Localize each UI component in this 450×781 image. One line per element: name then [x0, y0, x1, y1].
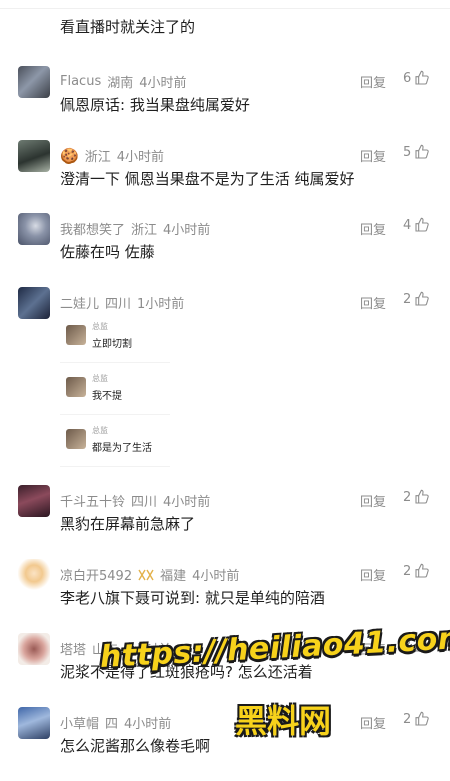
thumbs-up-icon	[415, 711, 430, 726]
like-count: 2	[403, 291, 412, 307]
chat-avatar	[66, 325, 86, 345]
user-avatar[interactable]	[18, 287, 50, 319]
username[interactable]: Flacus	[60, 74, 101, 89]
like-button[interactable]: 2	[403, 711, 430, 727]
timestamp: 4小时前	[163, 495, 211, 510]
like-count: 4	[403, 217, 412, 233]
comment-meta: 🍪 浙江 4小时前	[60, 146, 164, 166]
region: 浙江	[131, 223, 158, 238]
like-count: 5	[403, 144, 412, 160]
comment-meta: 凉白开5492 福建 4小时前	[60, 565, 239, 584]
thumbs-up-icon	[415, 144, 430, 159]
user-avatar[interactable]	[18, 707, 50, 739]
thumbs-up-icon	[415, 217, 430, 232]
timestamp: 4小时前	[116, 150, 164, 165]
like-button[interactable]: 2	[403, 489, 430, 505]
user-avatar[interactable]	[18, 140, 50, 172]
username[interactable]: 千斗五十铃	[60, 491, 125, 510]
reply-button[interactable]: 回复	[360, 72, 386, 91]
user-avatar[interactable]	[18, 485, 50, 517]
chat-card: 总监 立即切割	[60, 315, 170, 363]
like-button[interactable]: 6	[403, 70, 430, 86]
comment-text: 佩恩原话: 我当果盘纯属爱好	[60, 96, 250, 114]
region: 山东	[92, 643, 119, 658]
chat-sender: 总监	[92, 374, 108, 383]
comment-text: 佐藤在吗 佐藤	[60, 243, 155, 261]
chat-sender: 总监	[92, 322, 108, 331]
ribbon-icon	[138, 569, 154, 580]
comment-meta: 二娃儿 四川 1小时前	[60, 293, 184, 312]
username[interactable]: 小草帽	[60, 713, 99, 732]
cookie-icon[interactable]: 🍪	[60, 147, 79, 165]
thumbs-up-icon	[415, 489, 430, 504]
chat-message: 我不提	[92, 391, 122, 402]
region: 四	[105, 717, 119, 732]
thumbs-up-icon	[415, 291, 430, 306]
thumbs-up-icon	[415, 637, 430, 652]
reply-button[interactable]: 回复	[360, 565, 386, 584]
timestamp: 1小时前	[137, 297, 185, 312]
comment-meta: 我都想笑了 浙江 4小时前	[60, 219, 210, 238]
comment-text: 怎么泥酱那么像卷毛啊	[60, 737, 211, 755]
timestamp: 4小时前	[163, 223, 211, 238]
region: 四川	[131, 495, 158, 510]
comment-meta: 小草帽 四 4小时前	[60, 713, 171, 732]
chat-card: 总监 都是为了生活	[60, 419, 170, 467]
timestamp: 4小时前	[192, 569, 240, 584]
timestamp: 4小时前	[124, 717, 172, 732]
reply-button[interactable]: 回复	[360, 713, 386, 732]
username[interactable]: 二娃儿	[60, 293, 99, 312]
timestamp: 4小时前	[139, 76, 187, 91]
region: 湖南	[107, 76, 134, 91]
region: 四川	[105, 297, 132, 312]
watermark-name: 黑料网	[235, 702, 332, 740]
comment-meta: 塔塔 山东 4小时前	[60, 639, 171, 658]
user-avatar[interactable]	[18, 213, 50, 245]
chat-card: 总监 我不提	[60, 367, 170, 415]
comment-text: 黑豹在屏幕前急麻了	[60, 515, 196, 533]
user-avatar[interactable]	[18, 559, 50, 591]
chat-message: 立即切割	[92, 339, 132, 350]
username[interactable]: 塔塔	[60, 639, 86, 658]
comment-meta: 千斗五十铃 四川 4小时前	[60, 491, 210, 510]
like-count: 2	[403, 711, 412, 727]
reply-button[interactable]: 回复	[360, 491, 386, 510]
chat-message: 都是为了生活	[92, 443, 152, 454]
comment-image[interactable]: 总监 立即切割 总监 我不提 总监 都是为了生活	[60, 315, 170, 471]
reply-button[interactable]: 回复	[360, 639, 386, 658]
user-avatar[interactable]	[18, 66, 50, 98]
user-avatar[interactable]	[18, 633, 50, 665]
comment-text: 澄清一下 佩恩当果盘不是为了生活 纯属爱好	[60, 170, 355, 188]
like-button[interactable]: 2	[403, 291, 430, 307]
username[interactable]: 凉白开5492	[60, 565, 132, 584]
comment-meta: Flacus 湖南 4小时前	[60, 72, 187, 91]
thumbs-up-icon	[415, 70, 430, 85]
region: 福建	[160, 569, 187, 584]
chat-avatar	[66, 429, 86, 449]
like-count: 6	[403, 70, 412, 86]
comment-text: 李老八旗下聂可说到: 就只是单纯的陪酒	[60, 589, 325, 607]
like-button[interactable]: 4	[403, 217, 430, 233]
like-count: 2	[403, 637, 412, 653]
chat-avatar	[66, 377, 86, 397]
comment-text: 泥浆不是得了红斑狼疮吗? 怎么还活着	[60, 663, 313, 681]
username[interactable]: 我都想笑了	[60, 219, 125, 238]
reply-button[interactable]: 回复	[360, 293, 386, 312]
thumbs-up-icon	[415, 563, 430, 578]
top-divider	[0, 8, 450, 9]
like-button[interactable]: 2	[403, 563, 430, 579]
reply-button[interactable]: 回复	[360, 146, 386, 165]
comment-text: 看直播时就关注了的	[60, 18, 196, 36]
like-button[interactable]: 2	[403, 637, 430, 653]
like-count: 2	[403, 563, 412, 579]
region: 浙江	[84, 150, 111, 165]
reply-button[interactable]: 回复	[360, 219, 386, 238]
like-button[interactable]: 5	[403, 144, 430, 160]
chat-sender: 总监	[92, 426, 108, 435]
like-count: 2	[403, 489, 412, 505]
timestamp: 4小时前	[124, 643, 172, 658]
